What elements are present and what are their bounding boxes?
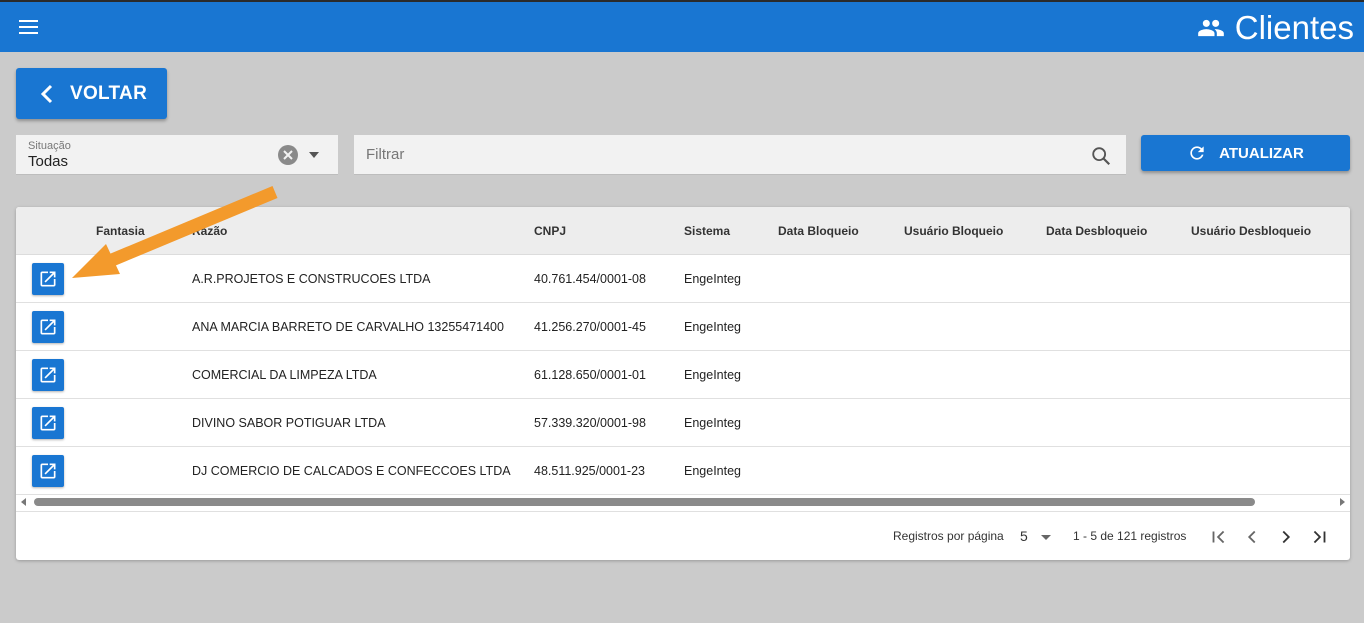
table-header: Fantasia Razão CNPJ Sistema Data Bloquei… — [16, 207, 1350, 255]
cell-sistema: EngeInteg — [684, 368, 741, 382]
app-bar: Clientes — [0, 0, 1364, 52]
back-button-label: VOLTAR — [70, 82, 148, 104]
table-row: DIVINO SABOR POTIGUAR LTDA 57.339.320/00… — [16, 399, 1350, 447]
scroll-right-icon[interactable] — [1340, 498, 1345, 506]
column-header-cnpj[interactable]: CNPJ — [534, 224, 566, 238]
cell-cnpj: 40.761.454/0001-08 — [534, 272, 646, 286]
situacao-select[interactable]: Situação Todas — [16, 135, 338, 175]
situacao-value: Todas — [28, 153, 69, 170]
open-in-new-button[interactable] — [32, 359, 64, 391]
refresh-icon — [1190, 146, 1204, 160]
open-in-new-icon — [40, 271, 56, 287]
cell-razao: ANA MARCIA BARRETO DE CARVALHO 132554714… — [192, 320, 504, 334]
hamburger-menu-icon[interactable] — [14, 16, 44, 40]
scrollbar-thumb[interactable] — [34, 498, 1255, 506]
previous-page-icon[interactable] — [1241, 526, 1263, 548]
back-button[interactable]: VOLTAR — [16, 68, 167, 119]
cell-sistema: EngeInteg — [684, 320, 741, 334]
clear-icon[interactable] — [278, 145, 298, 165]
search-icon[interactable] — [1090, 145, 1112, 167]
column-header-sistema[interactable]: Sistema — [684, 224, 730, 238]
cell-razao: DJ COMERCIO DE CALCADOS E CONFECCOES LTD… — [192, 464, 511, 478]
caret-down-icon[interactable] — [306, 147, 322, 163]
cell-cnpj: 48.511.925/0001-23 — [534, 464, 645, 478]
caret-down-icon — [1041, 535, 1051, 540]
horizontal-scrollbar[interactable] — [16, 495, 1350, 509]
table-row: COMERCIAL DA LIMPEZA LTDA 61.128.650/000… — [16, 351, 1350, 399]
cell-cnpj: 61.128.650/0001-01 — [534, 368, 646, 382]
situacao-label: Situação — [28, 140, 71, 152]
open-in-new-button[interactable] — [32, 263, 64, 295]
filter-field — [354, 135, 1126, 175]
refresh-button[interactable]: ATUALIZAR — [1141, 135, 1350, 171]
open-in-new-icon — [40, 319, 56, 335]
page-title: Clientes — [1234, 9, 1354, 46]
column-header-data-desbloqueio[interactable]: Data Desbloqueio — [1046, 224, 1147, 238]
column-header-fantasia[interactable]: Fantasia — [96, 224, 145, 238]
column-header-usuario-desbloqueio[interactable]: Usuário Desbloqueio — [1191, 224, 1311, 238]
open-in-new-button[interactable] — [32, 407, 64, 439]
refresh-button-label: ATUALIZAR — [1219, 144, 1304, 162]
column-header-data-bloqueio[interactable]: Data Bloqueio — [778, 224, 859, 238]
open-in-new-button[interactable] — [32, 455, 64, 487]
table-row: A.R.PROJETOS E CONSTRUCOES LTDA 40.761.4… — [16, 255, 1350, 303]
cell-razao: A.R.PROJETOS E CONSTRUCOES LTDA — [192, 272, 431, 286]
rows-per-page-select[interactable]: 5 — [1016, 524, 1056, 548]
first-page-icon[interactable] — [1208, 526, 1230, 548]
people-icon — [1197, 19, 1224, 37]
next-page-icon[interactable] — [1275, 526, 1297, 548]
cell-cnpj: 41.256.270/0001-45 — [534, 320, 646, 334]
column-header-razao[interactable]: Razão — [192, 224, 227, 238]
cell-razao: COMERCIAL DA LIMPEZA LTDA — [192, 368, 377, 382]
cell-sistema: EngeInteg — [684, 416, 741, 430]
cell-sistema: EngeInteg — [684, 272, 741, 286]
rows-per-page-label: Registros por página — [893, 529, 1004, 543]
open-in-new-icon — [40, 415, 56, 431]
open-in-new-icon — [40, 463, 56, 479]
chevron-left-icon — [40, 84, 53, 103]
cell-razao: DIVINO SABOR POTIGUAR LTDA — [192, 416, 386, 430]
scroll-left-icon[interactable] — [21, 498, 26, 506]
app-title-group: Clientes — [1193, 8, 1354, 48]
table-pagination: Registros por página 5 1 - 5 de 121 regi… — [16, 511, 1350, 560]
open-in-new-icon — [40, 367, 56, 383]
cell-cnpj: 57.339.320/0001-98 — [534, 416, 646, 430]
open-in-new-button[interactable] — [32, 311, 64, 343]
last-page-icon[interactable] — [1308, 526, 1330, 548]
table-row: ANA MARCIA BARRETO DE CARVALHO 132554714… — [16, 303, 1350, 351]
column-header-usuario-bloqueio[interactable]: Usuário Bloqueio — [904, 224, 1003, 238]
cell-sistema: EngeInteg — [684, 464, 741, 478]
pagination-range: 1 - 5 de 121 registros — [1073, 529, 1187, 543]
clients-table-card: Fantasia Razão CNPJ Sistema Data Bloquei… — [16, 207, 1350, 560]
filter-input[interactable] — [354, 135, 1074, 173]
rows-per-page-value: 5 — [1020, 528, 1028, 544]
table-row: DJ COMERCIO DE CALCADOS E CONFECCOES LTD… — [16, 447, 1350, 495]
